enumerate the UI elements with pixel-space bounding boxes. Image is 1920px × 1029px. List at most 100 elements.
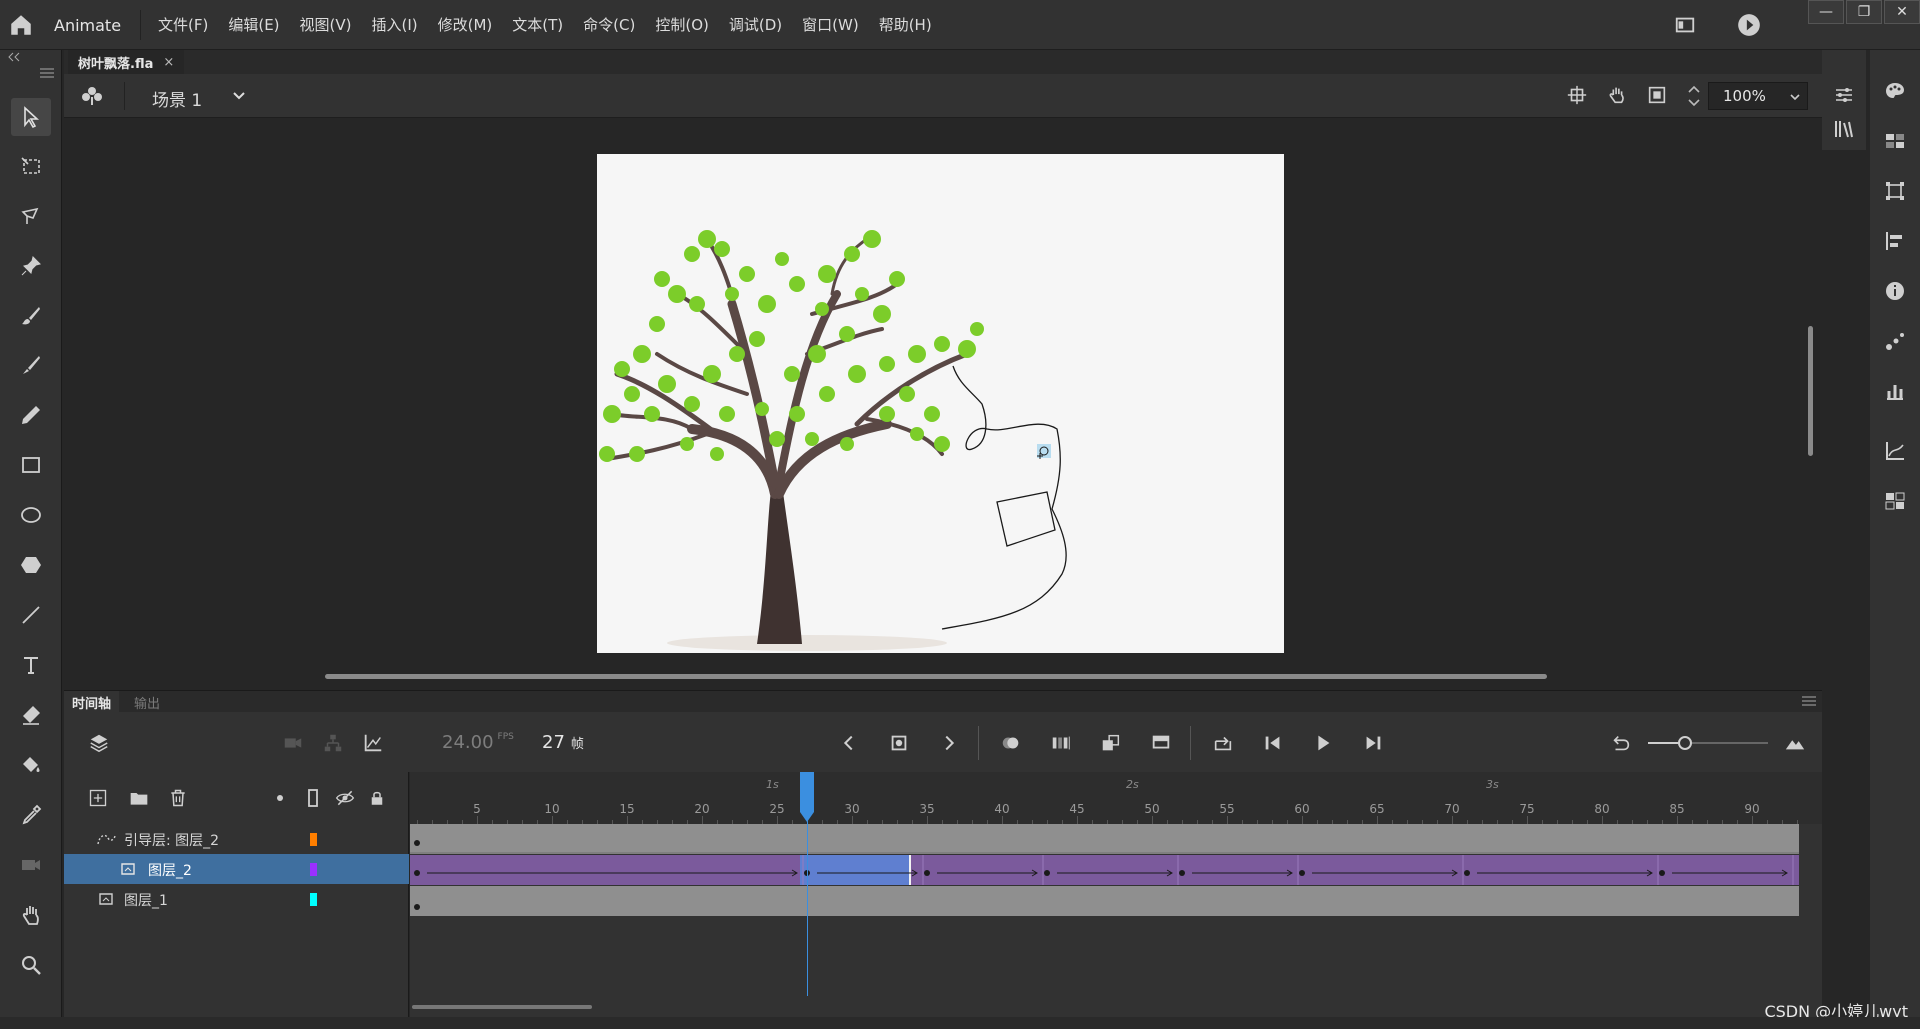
free-transform-tool[interactable]	[11, 147, 51, 185]
brush-tool[interactable]	[11, 346, 51, 384]
center-stage-icon[interactable]	[1566, 84, 1588, 106]
collapse-icon[interactable]	[8, 52, 20, 62]
zoom-tool[interactable]	[11, 946, 51, 984]
frames-grid[interactable]: 5 10 15 20 25 30 35 40 45 50 55 60 65 70 75 80 85 90 1s 2s 3…	[410, 772, 1822, 1017]
stage-canvas[interactable]	[597, 154, 1284, 653]
lock-icon[interactable]	[368, 787, 386, 809]
clip-stage-icon[interactable]	[1646, 84, 1668, 106]
reset-scale-button[interactable]	[1608, 730, 1634, 756]
layer-row-guide[interactable]: 引导层: 图层_2	[64, 824, 409, 854]
zoom-stepper-icon[interactable]	[1686, 82, 1702, 110]
new-layer-icon[interactable]	[88, 788, 108, 808]
color-panel-button[interactable]	[1870, 74, 1920, 108]
frames-layer2-motion-tween[interactable]	[410, 855, 1799, 885]
play-button[interactable]	[1310, 730, 1336, 756]
menu-commands[interactable]: 命令(C)	[573, 14, 645, 35]
lasso-tool[interactable]	[11, 197, 51, 235]
close-tab-icon[interactable]: ×	[163, 55, 174, 70]
stage-vertical-scrollbar[interactable]	[1808, 326, 1813, 456]
menu-help[interactable]: 帮助(H)	[869, 14, 942, 35]
prev-keyframe-button[interactable]	[836, 730, 862, 756]
insert-keyframe-button[interactable]	[886, 730, 912, 756]
properties-panel-button[interactable]	[1822, 78, 1866, 112]
frames-layer1[interactable]	[410, 886, 1799, 916]
keyframe-dot[interactable]	[1299, 870, 1305, 876]
minimize-button[interactable]: —	[1808, 0, 1844, 24]
menu-modify[interactable]: 修改(M)	[428, 14, 503, 35]
scene-name[interactable]: 场景 1	[152, 86, 202, 111]
frame-ruler[interactable]: 5 10 15 20 25 30 35 40 45 50 55 60 65 70 75 80 85 90 1s 2s 3…	[410, 772, 1822, 824]
rectangle-tool[interactable]	[11, 446, 51, 484]
graph-view-button[interactable]	[360, 730, 386, 756]
playhead-handle[interactable]	[799, 772, 815, 824]
highlight-layer-icon[interactable]	[276, 794, 284, 802]
library-panel-button[interactable]	[1822, 112, 1866, 146]
keyframe-dot[interactable]	[924, 870, 930, 876]
layer-row-layer2[interactable]: 图层_2	[64, 854, 409, 884]
next-keyframe-button[interactable]	[936, 730, 962, 756]
transform-panel-button[interactable]	[1870, 174, 1920, 208]
rotate-stage-icon[interactable]	[1606, 84, 1628, 106]
menu-window[interactable]: 窗口(W)	[792, 14, 869, 35]
create-tween-button[interactable]	[1098, 730, 1124, 756]
text-tool[interactable]	[11, 646, 51, 684]
menu-control[interactable]: 控制(O)	[645, 14, 719, 35]
selection-tool[interactable]	[11, 98, 51, 136]
frame-view-button[interactable]	[1782, 730, 1808, 756]
menu-edit[interactable]: 编辑(E)	[218, 14, 289, 35]
symbol-icon[interactable]	[80, 84, 104, 108]
swatches-panel-button[interactable]	[1870, 124, 1920, 158]
paint-bucket-tool[interactable]	[11, 746, 51, 784]
frame-scale-slider[interactable]	[1648, 736, 1768, 750]
current-frame[interactable]: 27 帧	[542, 732, 584, 753]
keyframe-dot[interactable]	[1659, 870, 1665, 876]
pencil-tool[interactable]	[11, 396, 51, 434]
keyframe-dot[interactable]	[414, 870, 420, 876]
tab-output[interactable]: 输出	[126, 691, 168, 713]
folder-icon[interactable]	[128, 788, 150, 808]
slider-handle[interactable]	[1678, 736, 1692, 750]
menu-view[interactable]: 视图(V)	[290, 14, 362, 35]
step-forward-button[interactable]	[1360, 730, 1386, 756]
layer-color-swatch[interactable]	[310, 863, 317, 876]
info-panel-button[interactable]	[1870, 274, 1920, 308]
trash-icon[interactable]	[168, 787, 188, 809]
tab-timeline[interactable]: 时间轴	[64, 691, 120, 713]
workspace-icon[interactable]	[1674, 14, 1696, 36]
chevron-down-icon[interactable]	[232, 90, 246, 102]
components-panel-button[interactable]	[1870, 484, 1920, 518]
menu-insert[interactable]: 插入(I)	[362, 14, 428, 35]
eraser-tool[interactable]	[11, 696, 51, 734]
home-icon[interactable]	[8, 12, 34, 38]
panel-menu-icon[interactable]	[1802, 696, 1816, 706]
loop-button[interactable]	[1210, 730, 1236, 756]
layer-color-swatch[interactable]	[310, 893, 317, 906]
polystar-tool[interactable]	[11, 546, 51, 584]
keyframe-dot[interactable]	[1044, 870, 1050, 876]
test-movie-icon[interactable]	[1736, 12, 1762, 38]
assets-panel-button[interactable]	[1870, 374, 1920, 408]
keyframe-dot[interactable]	[1179, 870, 1185, 876]
insert-blank-keyframe-button[interactable]	[1148, 730, 1174, 756]
zoom-field[interactable]: 100%	[1708, 82, 1808, 110]
restore-button[interactable]: ❐	[1846, 0, 1882, 24]
timeline-horizontal-scrollbar[interactable]	[412, 1005, 592, 1009]
eyedropper-tool[interactable]	[11, 796, 51, 834]
chevron-down-icon[interactable]	[1789, 92, 1801, 102]
menu-debug[interactable]: 调试(D)	[719, 14, 792, 35]
align-panel-button[interactable]	[1870, 224, 1920, 258]
stage-horizontal-scrollbar[interactable]	[325, 674, 1547, 679]
layer-row-layer1[interactable]: 图层_1	[64, 884, 409, 914]
layers-button[interactable]	[86, 730, 112, 756]
visibility-icon[interactable]	[334, 788, 356, 808]
camera-tool[interactable]	[11, 846, 51, 884]
oval-tool[interactable]	[11, 496, 51, 534]
menu-file[interactable]: 文件(F)	[148, 14, 218, 35]
layer-color-swatch[interactable]	[310, 833, 317, 846]
paint-brush-tool[interactable]	[11, 297, 51, 335]
menu-text[interactable]: 文本(T)	[502, 14, 573, 35]
pin-tool[interactable]	[11, 247, 51, 285]
document-tab[interactable]: 树叶飘落.fla ×	[68, 50, 185, 74]
panel-menu-icon[interactable]	[40, 68, 54, 78]
outline-icon[interactable]	[306, 788, 320, 808]
